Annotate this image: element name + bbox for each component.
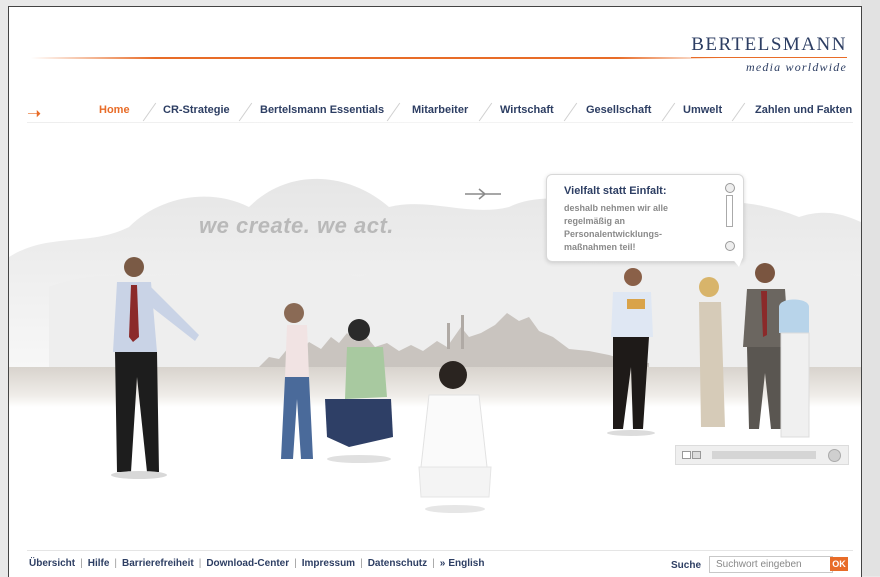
nav-divider [661,102,676,122]
info-bubble: Vielfalt statt Einfalt: deshalb nehmen w… [546,174,744,262]
media-player [675,445,849,465]
footer-links: Übersicht | Hilfe | Barrierefreiheit | Downloa… [29,558,484,569]
volume-icon[interactable] [828,449,841,462]
nav-item-bertelsmann-essentials[interactable]: Bertelsmann Essentials [260,104,384,116]
logo-tagline: media worldwide [746,60,847,74]
logo-name: BERTELSMANN [691,34,847,55]
info-scrollbar[interactable] [726,195,733,227]
nav-divider [142,102,157,122]
woman-with-cup [699,277,725,427]
nav-divider [731,102,746,122]
footer-separator: | [432,558,435,569]
footer-separator: | [360,558,363,569]
page-frame: BERTELSMANN media worldwide ➝ Home CR-St… [8,6,862,577]
footer-link-download-center[interactable]: Download-Center [206,558,289,569]
bertelsmann-logo[interactable]: BERTELSMANN media worldwide [691,35,847,75]
info-bubble-title: Vielfalt statt Einfalt: [564,185,667,197]
stop-icon[interactable] [682,451,691,459]
search-label: Suche [671,560,702,571]
nav-item-gesellschaft[interactable]: Gesellschaft [586,104,651,116]
nav-divider [563,102,578,122]
nav-divider [386,102,401,122]
nav-item-mitarbeiter[interactable]: Mitarbeiter [412,104,468,116]
player-progress-bar[interactable] [712,451,816,459]
hero-scene: we create. we act. Vielfalt statt Einfal… [9,137,861,537]
footer-link-uebersicht[interactable]: Übersicht [29,558,75,569]
info-bubble-tail [731,257,743,267]
footer-separator: | [294,558,297,569]
header-rule [31,57,721,59]
footer-link-english[interactable]: English [448,558,484,569]
logo-underline [691,57,847,58]
footer-link-barrierefreiheit[interactable]: Barrierefreiheit [122,558,194,569]
footer-separator: | [114,558,118,569]
nav-item-home[interactable]: Home [99,104,130,116]
footer-link-hilfe[interactable]: Hilfe [88,558,110,569]
nav-divider [478,102,493,122]
man-on-phone [111,257,199,479]
footer-divider [27,550,853,551]
search-ok-button[interactable]: OK [830,557,848,571]
main-navigation: ➝ Home CR-Strategie Bertelsmann Essentia… [27,101,853,127]
footer-separator: | [198,558,202,569]
woman-kneeling [325,319,393,463]
nav-baseline [27,122,853,123]
water-cooler [779,299,810,438]
scroll-down-icon[interactable] [725,241,735,251]
man-reading [607,268,655,436]
nav-item-cr-strategie[interactable]: CR-Strategie [163,104,230,116]
arrow-right-icon: ➝ [27,104,42,123]
nav-item-wirtschaft[interactable]: Wirtschaft [500,104,554,116]
info-bubble-text: deshalb nehmen wir alle regelmäßig an Pe… [564,203,669,252]
nav-item-umwelt[interactable]: Umwelt [683,104,722,116]
girl-standing [281,303,313,459]
scroll-up-icon[interactable] [725,183,735,193]
woman-crouching [418,361,492,513]
page-scroll-margin [861,0,880,576]
footer-separator: | [80,558,83,569]
play-icon[interactable] [692,451,701,459]
footer-link-datenschutz[interactable]: Datenschutz [368,558,427,569]
double-chevron-icon: » [439,558,446,569]
search-input[interactable] [709,556,833,573]
nav-divider [238,102,253,122]
nav-item-zahlen-und-fakten[interactable]: Zahlen und Fakten [755,104,852,116]
footer-link-impressum[interactable]: Impressum [302,558,355,569]
